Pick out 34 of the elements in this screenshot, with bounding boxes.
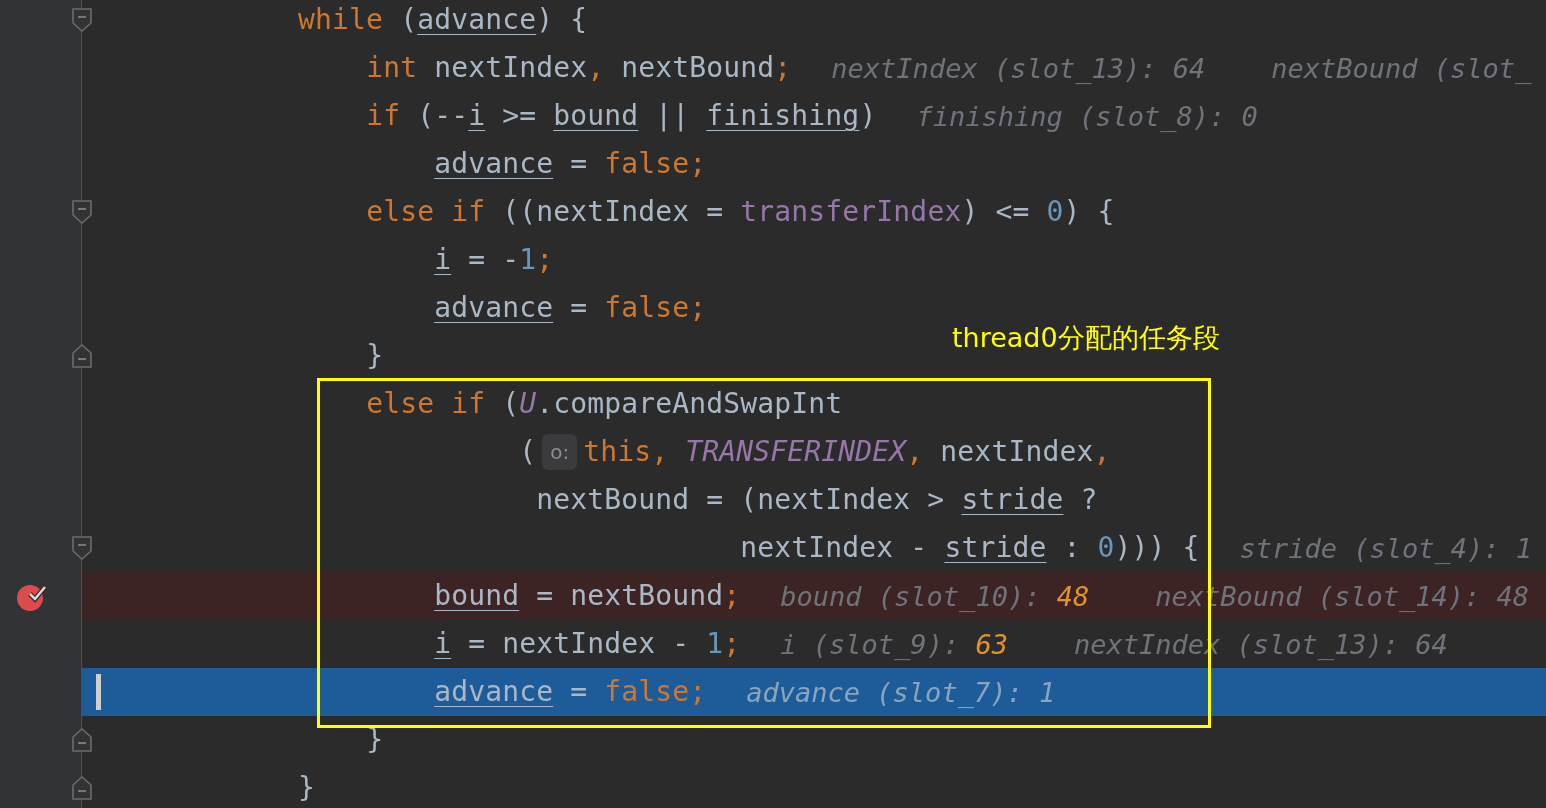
code-text: i = nextIndex - 1; <box>434 626 741 662</box>
code-text: this, TRANSFERINDEX, nextIndex, <box>583 434 1111 470</box>
parameter-hint: o: <box>542 434 578 470</box>
annotation-label: thread0分配的任务段 <box>952 321 1220 355</box>
inline-value-hint: nextIndex (slot_13): 64 <box>831 52 1206 84</box>
code-text: int nextIndex, nextBound; <box>366 50 792 86</box>
inline-value-hint: nextBound (slot_ <box>1271 52 1532 84</box>
fold-icon[interactable] <box>71 775 93 801</box>
code-text: } <box>366 722 384 758</box>
code-text: else if ((nextIndex = transferIndex) <= 0) { <box>366 194 1115 230</box>
code-text: nextIndex - stride : 0))) { <box>740 530 1200 566</box>
fold-icon[interactable] <box>71 199 93 225</box>
inline-value-hint: advance (slot_7): 1 <box>746 676 1056 708</box>
code-text: i = -1; <box>434 242 554 278</box>
code-text: else if (U.compareAndSwapInt <box>366 386 843 422</box>
code-text: nextBound = (nextIndex > stride ? <box>536 482 1098 518</box>
code-text: while (advance) { <box>298 2 588 38</box>
fold-icon[interactable] <box>71 7 93 33</box>
inline-value-hint: stride (slot_4): 1 <box>1239 532 1533 564</box>
inline-value-hint: bound (slot_10): 48 <box>780 580 1090 612</box>
inline-value-hint: i (slot_9): 63 <box>780 628 1008 660</box>
fold-icon[interactable] <box>71 727 93 753</box>
code-text: advance = false; <box>434 146 707 182</box>
text-cursor <box>96 674 101 710</box>
fold-icon[interactable] <box>71 343 93 369</box>
inline-value-hint: finishing (slot_8): 0 <box>916 100 1258 132</box>
fold-icon[interactable] <box>71 535 93 561</box>
code-text: } <box>298 770 316 806</box>
code-text: ( <box>519 434 537 470</box>
code-text: advance = false; <box>434 290 707 326</box>
code-text: advance = false; <box>434 674 707 710</box>
code-text: bound = nextBound; <box>434 578 741 614</box>
code-text: if (--i >= bound || finishing) <box>366 98 877 134</box>
code-text: } <box>366 338 384 374</box>
